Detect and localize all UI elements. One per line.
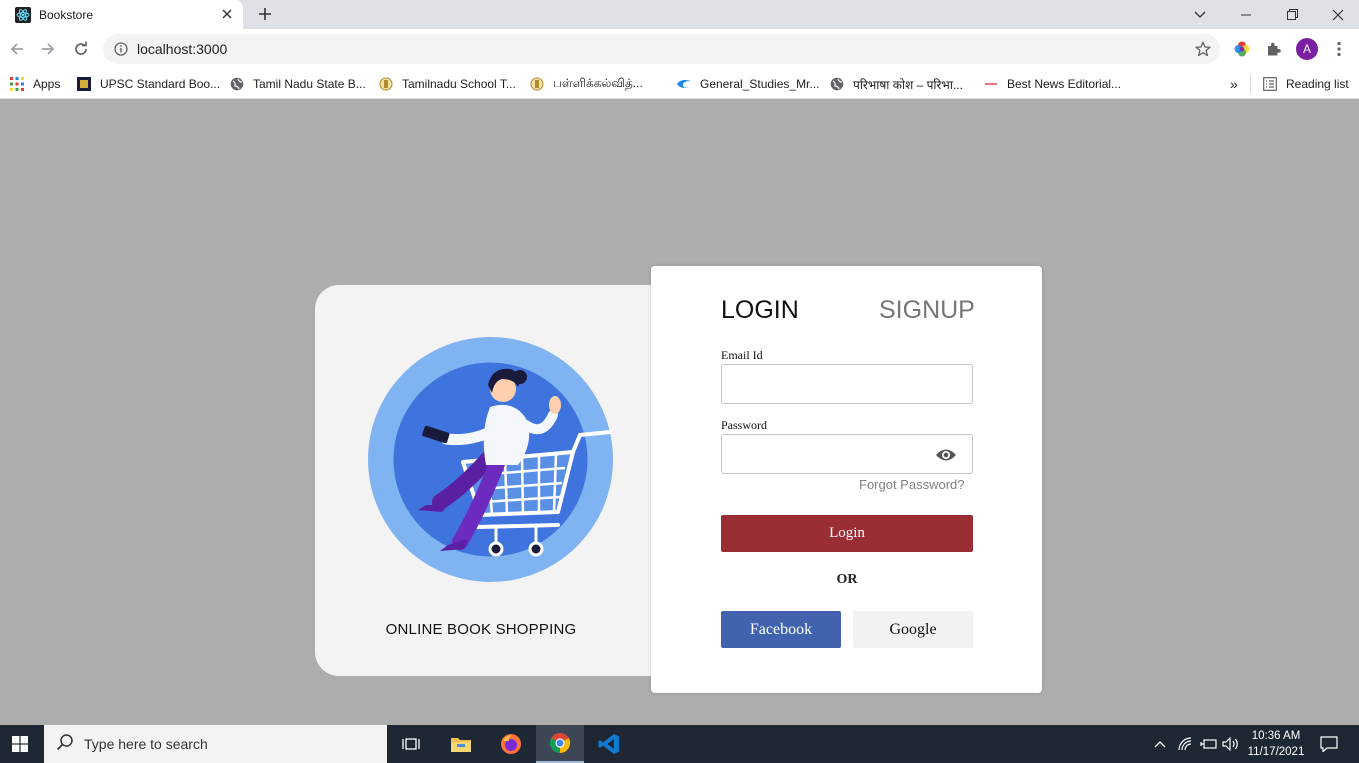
- close-tab-icon[interactable]: [219, 6, 235, 22]
- eye-icon[interactable]: [934, 446, 958, 464]
- url-text: localhost:3000: [137, 41, 228, 57]
- battery-power-icon[interactable]: [1198, 725, 1220, 763]
- bookmark-general-studies[interactable]: General_Studies_Mr...: [676, 74, 819, 94]
- tab-search-icon[interactable]: [1177, 0, 1223, 29]
- notifications-icon[interactable]: [1315, 725, 1343, 763]
- new-tab-button[interactable]: [255, 4, 275, 24]
- taskbar-clock[interactable]: 10:36 AM 11/17/2021: [1243, 728, 1309, 760]
- bookmarks-bar: Apps UPSC Standard Boo... Tamil Nadu Sta…: [0, 69, 1359, 99]
- swirl-site-icon: [676, 76, 692, 92]
- task-view-icon[interactable]: [387, 725, 435, 763]
- bookmark-label: परिभाषा कोश – परिभा...: [853, 77, 963, 92]
- profile-avatar[interactable]: A: [1296, 38, 1318, 60]
- bookmark-tn-school[interactable]: Tamilnadu School T...: [378, 74, 516, 94]
- news-site-icon: [983, 76, 999, 92]
- reading-list-icon: [1262, 76, 1278, 92]
- firefox-icon[interactable]: [487, 725, 535, 763]
- browser-tab[interactable]: Bookstore: [0, 0, 243, 29]
- globe-icon: [229, 76, 245, 92]
- forward-arrow-icon[interactable]: [38, 39, 58, 59]
- bookmark-star-icon[interactable]: [1194, 40, 1212, 58]
- login-card: LOGIN SIGNUP Email Id Password Forgot Pa…: [651, 266, 1042, 693]
- bookmark-apps[interactable]: Apps: [9, 74, 60, 94]
- bookmark-label: Apps: [33, 77, 61, 91]
- shopping-cart-illustration: [368, 337, 613, 582]
- react-icon: [14, 6, 32, 24]
- bookmarks-overflow-button[interactable]: »: [1230, 74, 1238, 94]
- globe-icon: [829, 76, 845, 92]
- wifi-icon[interactable]: [1174, 725, 1196, 763]
- tab-login[interactable]: LOGIN: [721, 296, 799, 325]
- bookmark-upsc[interactable]: UPSC Standard Boo...: [76, 74, 220, 94]
- restore-button[interactable]: [1269, 0, 1315, 29]
- taskbar-search-box[interactable]: Type here to search: [44, 725, 387, 763]
- bookmarks-divider: [1250, 76, 1251, 92]
- show-hidden-icons-icon[interactable]: [1150, 725, 1170, 763]
- minimize-button[interactable]: [1223, 0, 1269, 29]
- vscode-icon[interactable]: [585, 725, 633, 763]
- file-explorer-icon[interactable]: [437, 725, 485, 763]
- bookmark-label: General_Studies_Mr...: [700, 77, 820, 91]
- browser-toolbar: localhost:3000 A: [0, 29, 1359, 69]
- tab-signup[interactable]: SIGNUP: [879, 296, 975, 325]
- reading-list-button[interactable]: Reading list: [1262, 74, 1349, 94]
- or-divider: OR: [836, 572, 858, 587]
- reading-list-label: Reading list: [1286, 77, 1349, 91]
- address-bar[interactable]: localhost:3000: [103, 34, 1220, 64]
- color-picker-extension-icon[interactable]: [1231, 38, 1253, 60]
- clock-time: 10:36 AM: [1251, 730, 1301, 742]
- bookmark-label: Best News Editorial...: [1007, 77, 1122, 91]
- reload-icon[interactable]: [71, 39, 91, 59]
- bookmark-school-edu[interactable]: பள்ளிக்கல்வித்...: [529, 74, 643, 94]
- extensions-puzzle-icon[interactable]: [1263, 38, 1285, 60]
- emblem-icon: [529, 76, 545, 92]
- tagline: ONLINE BOOK SHOPPING: [385, 621, 577, 638]
- forgot-password-link[interactable]: Forgot Password?: [859, 477, 965, 492]
- email-label: Email Id: [721, 348, 763, 362]
- emblem-icon: [378, 76, 394, 92]
- password-field[interactable]: [721, 434, 973, 474]
- windows-start-icon[interactable]: [0, 725, 40, 763]
- volume-icon[interactable]: [1220, 725, 1242, 763]
- email-field[interactable]: [721, 364, 973, 404]
- book-site-icon: [76, 76, 92, 92]
- bookmark-label: பள்ளிக்கல்வித்...: [553, 76, 643, 90]
- windows-taskbar: Type here to search 10:36 AM 11/17/2021: [0, 725, 1359, 763]
- google-login-button[interactable]: Google: [853, 611, 973, 648]
- menu-kebab-icon[interactable]: [1328, 38, 1350, 60]
- bookmark-news-editorial[interactable]: Best News Editorial...: [983, 74, 1121, 94]
- page-viewport: ONLINE BOOK SHOPPING LOGIN SIGNUP Email …: [0, 100, 1359, 725]
- close-window-button[interactable]: [1315, 0, 1359, 29]
- bookmark-label: UPSC Standard Boo...: [100, 77, 221, 91]
- chrome-icon[interactable]: [536, 725, 584, 763]
- bookmark-label: Tamilnadu School T...: [402, 77, 516, 91]
- info-icon[interactable]: [113, 41, 129, 57]
- login-button[interactable]: Login: [721, 515, 973, 552]
- facebook-login-button[interactable]: Facebook: [721, 611, 841, 648]
- bookmark-paribhasha[interactable]: परिभाषा कोश – परिभा...: [829, 74, 963, 94]
- apps-grid-icon: [9, 76, 25, 92]
- bookmark-tn-state[interactable]: Tamil Nadu State B...: [229, 74, 366, 94]
- search-icon: [56, 733, 74, 756]
- search-placeholder: Type here to search: [84, 736, 208, 752]
- password-label: Password: [721, 418, 768, 432]
- bookmark-label: Tamil Nadu State B...: [253, 77, 366, 91]
- promo-card: ONLINE BOOK SHOPPING: [315, 285, 675, 676]
- clock-date: 11/17/2021: [1247, 746, 1305, 758]
- tab-strip: Bookstore: [0, 0, 1359, 29]
- tab-title: Bookstore: [39, 7, 94, 22]
- back-arrow-icon[interactable]: [7, 39, 27, 59]
